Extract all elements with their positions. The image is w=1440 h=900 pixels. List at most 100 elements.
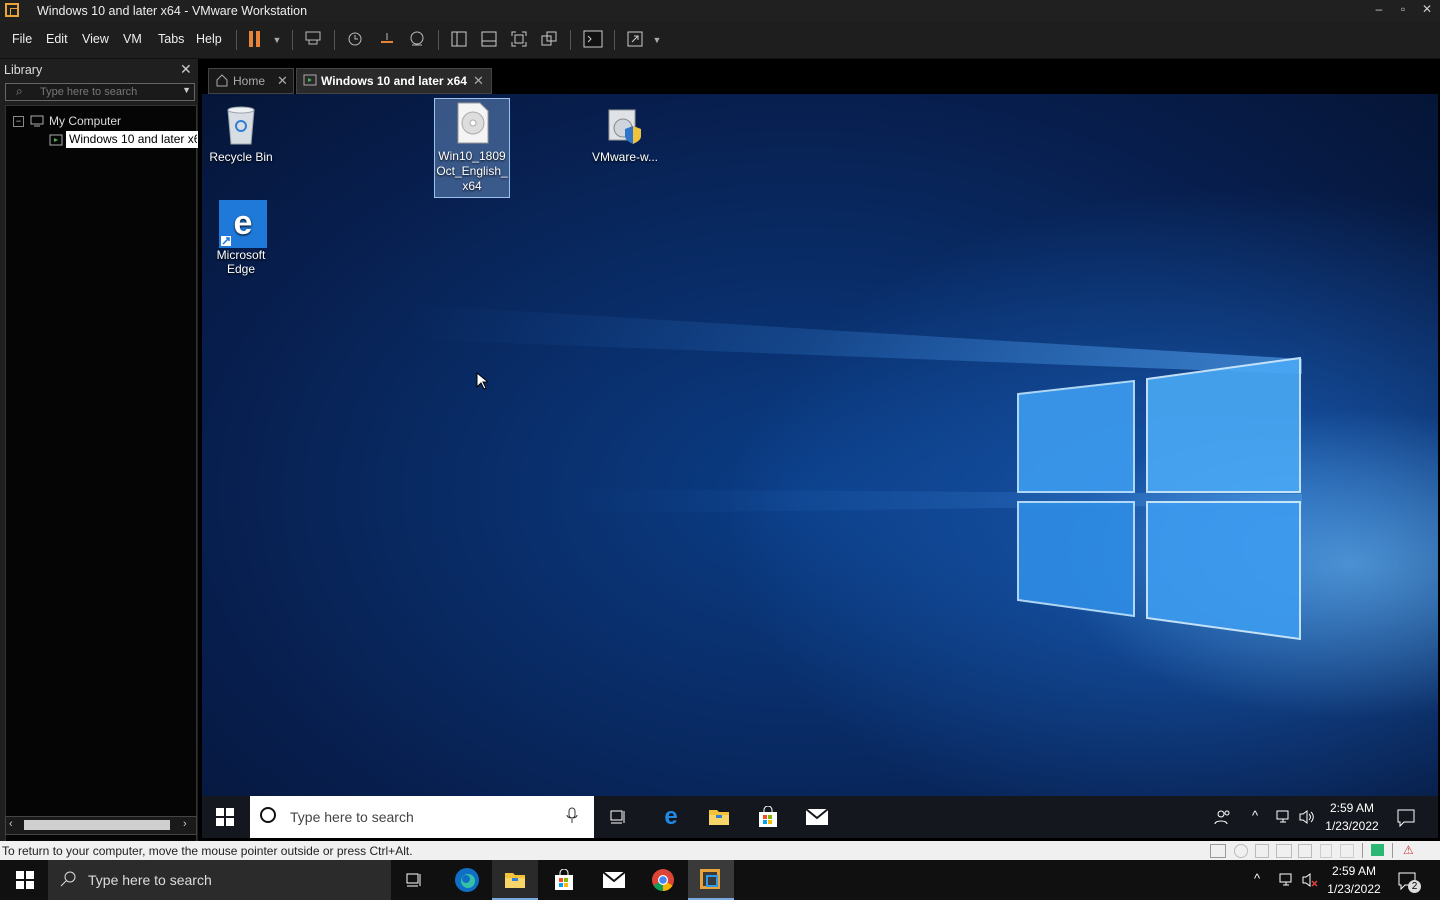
menu-edit[interactable]: Edit (46, 32, 68, 46)
store-icon[interactable] (758, 805, 778, 831)
host-store-icon[interactable] (553, 868, 575, 894)
menu-tabs[interactable]: Tabs (158, 32, 184, 46)
minimize-button[interactable]: – (1369, 2, 1389, 16)
cd-status-icon[interactable] (1234, 844, 1248, 858)
host-search-placeholder: Type here to search (88, 872, 212, 888)
host-taskbar: Type here to search ^ 2:59 AM 1/23/2022 … (0, 860, 1440, 900)
floppy-status-icon[interactable] (1255, 844, 1269, 858)
toolbar-separator (614, 30, 615, 50)
tree-item-vm[interactable]: Windows 10 and later x64 (66, 131, 198, 148)
desktop-icon-recycle-bin[interactable]: Recycle Bin (203, 96, 279, 164)
task-view-icon[interactable] (610, 808, 628, 829)
full-screen-icon[interactable] (508, 30, 530, 50)
usb-status-icon[interactable] (1320, 844, 1332, 858)
host-task-view-icon[interactable] (406, 871, 424, 892)
menu-file[interactable]: File (12, 32, 32, 46)
host-clock-date[interactable]: 1/23/2022 (1324, 882, 1384, 896)
desktop-icon-iso[interactable]: Win10_1809Oct_English_x64 (434, 98, 510, 198)
desktop-icon-label: Recycle Bin (209, 150, 273, 164)
scroll-left-icon[interactable]: ‹ (9, 818, 13, 830)
installer-icon (603, 102, 647, 146)
tab-home[interactable]: Home ✕ (208, 68, 294, 94)
tree-collapse-toggle[interactable]: − (13, 116, 24, 127)
library-search-input[interactable]: ⌕ Type here to search ▼ (5, 83, 195, 101)
hard-disk-status-icon[interactable] (1210, 844, 1226, 858)
message-log-icon[interactable] (1371, 844, 1384, 856)
chrome-icon[interactable] (651, 868, 675, 895)
console-view-icon[interactable] (582, 30, 604, 50)
host-network-icon[interactable] (1278, 872, 1294, 891)
status-separator (1392, 843, 1393, 858)
stretch-guest-icon[interactable] (624, 30, 646, 50)
windows-start-icon[interactable] (216, 808, 234, 829)
vm-icon (49, 133, 63, 150)
host-volume-muted-icon[interactable] (1301, 872, 1319, 891)
chevron-down-icon[interactable]: ▼ (182, 85, 191, 95)
host-mail-icon[interactable] (602, 871, 626, 892)
tab-strip: Home ✕ Windows 10 and later x64 ✕ (202, 60, 1438, 94)
desktop-icon-vmware-tools[interactable]: VMware-w... (587, 96, 663, 164)
cortana-icon (260, 807, 276, 823)
guest-search-placeholder: Type here to search (290, 809, 414, 825)
snapshot-icon[interactable] (344, 30, 366, 50)
edge-taskbar-icon[interactable]: e (660, 803, 682, 830)
guest-clock-date[interactable]: 1/23/2022 (1322, 819, 1382, 833)
vm-screen[interactable]: Recycle Bin Win10_1809Oct_English_x64 VM… (202, 94, 1438, 838)
host-file-explorer-button[interactable] (492, 860, 538, 900)
computer-icon (30, 115, 44, 130)
host-vmware-icon (700, 869, 720, 889)
action-center-icon[interactable] (1397, 809, 1415, 830)
tree-item-my-computer[interactable]: My Computer (49, 114, 121, 128)
file-explorer-icon[interactable] (708, 807, 730, 830)
host-clock-time[interactable]: 2:59 AM (1324, 864, 1384, 878)
alert-icon[interactable]: ⚠ (1403, 843, 1414, 857)
printer-status-icon[interactable] (1298, 844, 1312, 858)
scroll-right-icon[interactable]: › (183, 818, 187, 830)
show-thumbnail-bar-icon[interactable] (478, 30, 500, 50)
menu-vm[interactable]: VM (123, 32, 142, 46)
library-horizontal-scrollbar[interactable]: ‹ › (5, 816, 197, 835)
recycle-bin-icon (219, 102, 263, 146)
disc-image-icon (450, 101, 494, 145)
snapshot-manager-icon[interactable] (406, 30, 428, 50)
title-bar: Windows 10 and later x64 - VMware Workst… (0, 0, 1440, 22)
show-library-icon[interactable] (448, 30, 470, 50)
library-header: Library (4, 63, 43, 77)
microphone-icon[interactable] (566, 807, 578, 828)
scrollbar-thumb[interactable] (24, 820, 170, 830)
suspend-icon[interactable] (244, 30, 266, 50)
host-start-icon[interactable] (16, 871, 34, 892)
mail-icon[interactable] (805, 808, 829, 829)
menu-view[interactable]: View (82, 32, 109, 46)
desktop-icon-edge[interactable]: e Microsoft Edge (203, 194, 279, 276)
guest-clock-time[interactable]: 2:59 AM (1322, 801, 1382, 815)
host-file-explorer-icon (504, 870, 526, 893)
unity-icon[interactable] (538, 30, 560, 50)
close-tab-home-icon[interactable]: ✕ (277, 73, 288, 89)
host-edge-icon[interactable] (454, 867, 480, 896)
network-icon[interactable] (1275, 809, 1291, 828)
host-vmware-button[interactable] (688, 860, 734, 900)
send-ctrl-alt-del-icon[interactable] (302, 30, 324, 50)
chevron-up-icon[interactable]: ^ (1252, 808, 1258, 823)
svg-text:e: e (664, 805, 677, 827)
power-dropdown-icon[interactable]: ▼ (266, 30, 288, 50)
volume-icon[interactable] (1298, 809, 1316, 828)
people-icon[interactable] (1214, 808, 1232, 829)
menu-help[interactable]: Help (196, 32, 222, 46)
toolbar-separator (438, 30, 439, 50)
host-chevron-up-icon[interactable]: ^ (1254, 871, 1260, 886)
tab-vm[interactable]: Windows 10 and later x64 ✕ (296, 68, 492, 94)
network-adapter-status-icon[interactable] (1276, 844, 1292, 858)
close-window-button[interactable]: ✕ (1417, 2, 1437, 16)
status-bar: To return to your computer, move the mou… (0, 841, 1440, 860)
library-close-button[interactable]: ✕ (180, 61, 192, 78)
sound-status-icon[interactable] (1340, 844, 1354, 858)
guest-search-box[interactable]: Type here to search (250, 796, 594, 838)
maximize-button[interactable]: ▫ (1393, 2, 1413, 16)
stretch-dropdown-icon[interactable]: ▼ (646, 30, 668, 50)
revert-snapshot-icon[interactable] (376, 30, 398, 50)
close-tab-vm-icon[interactable]: ✕ (473, 73, 484, 89)
vmware-app-icon[interactable] (5, 3, 19, 17)
host-search-box[interactable]: Type here to search (48, 860, 391, 900)
